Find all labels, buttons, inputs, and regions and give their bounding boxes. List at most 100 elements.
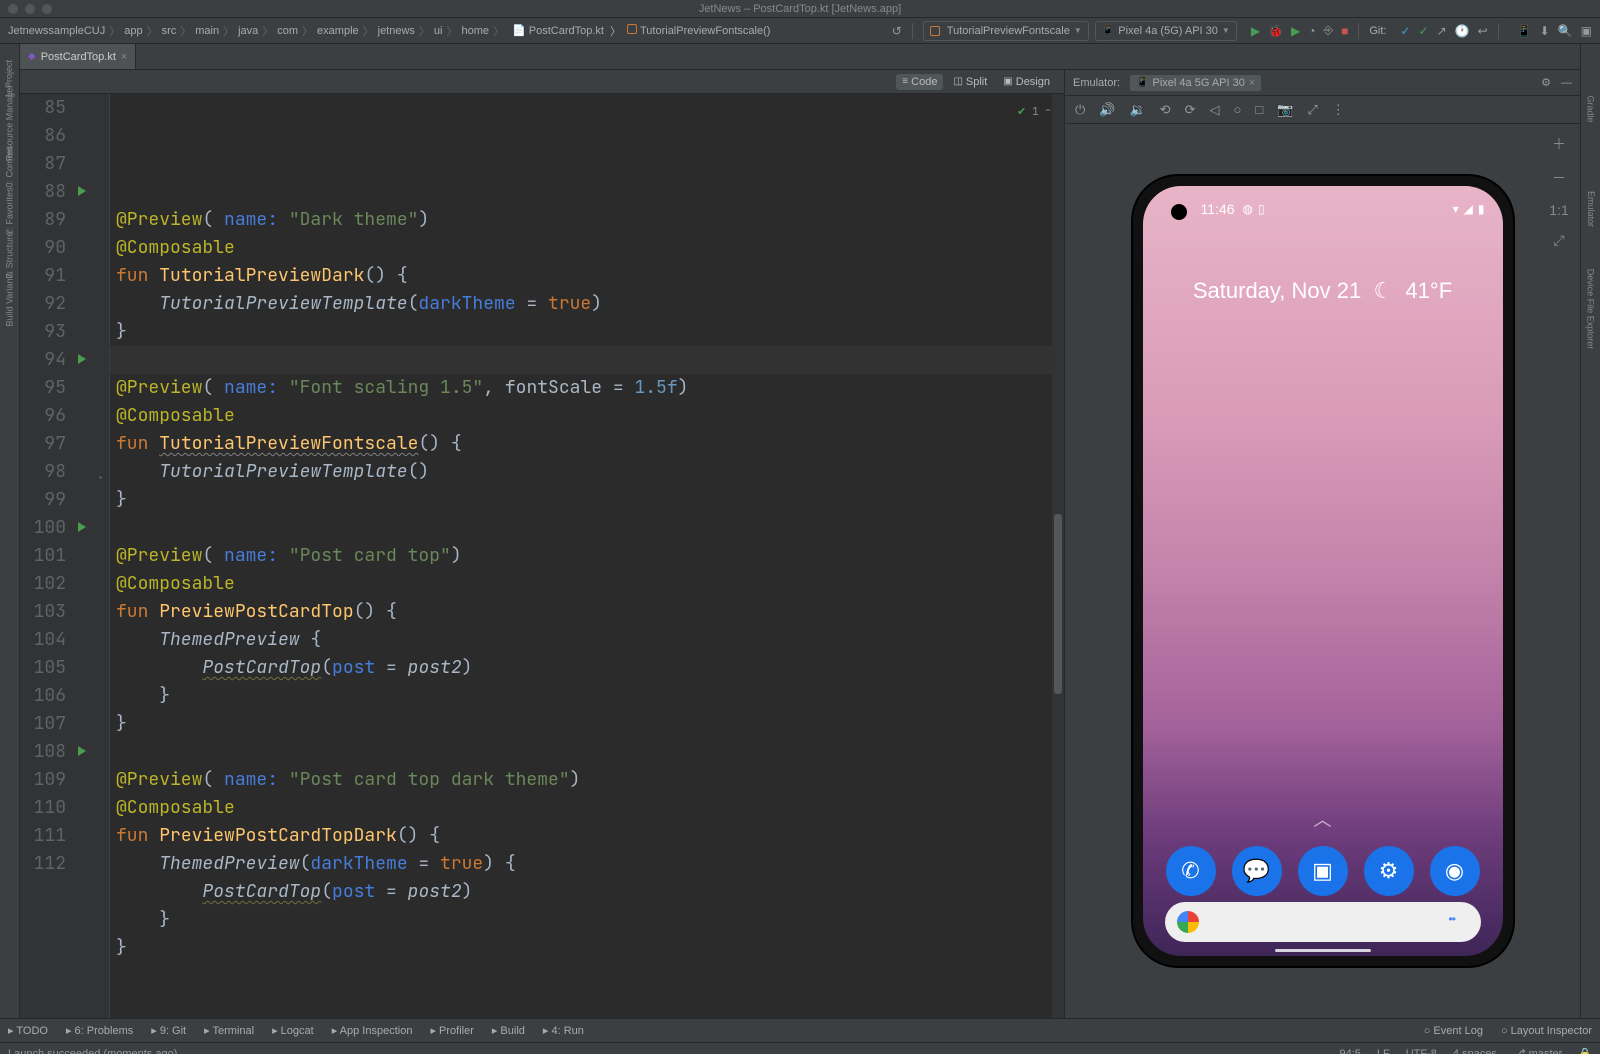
code-editor[interactable]: 8586878889909192939495969798991001011021… xyxy=(20,94,1064,1018)
emulator-device-tab[interactable]: 📱 Pixel 4a 5G API 30 × xyxy=(1130,75,1261,91)
bottom-tab-todo[interactable]: ▸ TODO xyxy=(8,1024,48,1037)
window-controls[interactable] xyxy=(8,4,52,14)
run-config-select[interactable]: TutorialPreviewFontscale ▼ xyxy=(923,21,1089,41)
sync-icon[interactable]: ↺ xyxy=(892,24,902,38)
assistant-icon[interactable] xyxy=(1449,912,1469,932)
zoom-in-icon[interactable]: ＋ xyxy=(1552,134,1566,154)
bottom-tab-build[interactable]: ▸ Build xyxy=(492,1024,525,1037)
code-line[interactable]: } xyxy=(116,486,1064,514)
gesture-bar[interactable] xyxy=(1275,949,1371,952)
max-dot[interactable] xyxy=(42,4,52,14)
code-line[interactable]: ThemedPreview { xyxy=(116,626,1064,654)
min-dot[interactable] xyxy=(25,4,35,14)
git-commit-icon[interactable]: ✓ xyxy=(1419,24,1429,38)
caret-position[interactable]: 94:5 xyxy=(1339,1048,1360,1054)
git-branch[interactable]: ⎇ master xyxy=(1513,1047,1562,1054)
settings-icon[interactable]: ▣ xyxy=(1581,24,1592,38)
tool-tab-gradle[interactable]: Gradle xyxy=(1586,95,1596,122)
run-gutter-icon[interactable] xyxy=(78,746,92,760)
breadcrumb-item[interactable]: com xyxy=(277,25,298,37)
indent[interactable]: 4 spaces xyxy=(1453,1048,1497,1054)
git-rollback-icon[interactable]: ↩ xyxy=(1478,24,1488,38)
home-icon[interactable]: ○ xyxy=(1233,102,1241,117)
tool-tab-device-file-explorer[interactable]: Device File Explorer xyxy=(1586,269,1596,350)
dock-hint-icon[interactable]: ︿ xyxy=(1143,806,1503,832)
tool-tab----commit[interactable]: 0: Commit xyxy=(5,146,15,187)
code-line[interactable] xyxy=(116,514,1064,542)
avd-icon[interactable]: 📱 xyxy=(1517,24,1532,38)
files-app-icon[interactable]: ▣ xyxy=(1298,846,1348,896)
tool-tab----favorites[interactable]: 2: Favorites xyxy=(5,187,15,234)
settings-app-icon[interactable]: ⚙ xyxy=(1364,846,1414,896)
view-code-button[interactable]: ≡Code xyxy=(896,74,943,90)
code-line[interactable]: ThemedPreview(darkTheme = true) { xyxy=(116,850,1064,878)
code-line[interactable]: } xyxy=(116,318,1064,346)
bottom-tab----git[interactable]: ▸ 9: Git xyxy=(151,1024,186,1037)
search-icon[interactable]: 🔍 xyxy=(1558,24,1573,38)
bottom-tab-profiler[interactable]: ▸ Profiler xyxy=(430,1024,473,1037)
breadcrumb-item[interactable]: ui xyxy=(434,25,443,37)
code-line[interactable]: } xyxy=(116,906,1064,934)
zoom-reset-icon[interactable]: ⤢ xyxy=(1553,232,1564,249)
tool-tab-build-variants[interactable]: Build Variants xyxy=(5,272,15,327)
camera-app-icon[interactable]: ◉ xyxy=(1430,846,1480,896)
code-body[interactable]: ✔ 1 ⌃ ⌄ @Preview( name: "Dark theme")@Co… xyxy=(110,94,1064,1018)
close-dot[interactable] xyxy=(8,4,18,14)
breadcrumb-item[interactable]: JetnewssampleCUJ xyxy=(8,25,105,37)
chevron-up-icon[interactable]: ⌃ xyxy=(1045,98,1052,126)
tool-tab-emulator[interactable]: Emulator xyxy=(1586,191,1596,227)
breadcrumb-fn[interactable]: TutorialPreviewFontscale() xyxy=(627,24,770,37)
code-line[interactable]: TutorialPreviewTemplate() xyxy=(116,458,1064,486)
breadcrumb-item[interactable]: app xyxy=(124,25,142,37)
code-line[interactable]: fun PreviewPostCardTop() { xyxy=(116,598,1064,626)
volume-down-icon[interactable]: 🔉 xyxy=(1129,102,1145,118)
code-line[interactable]: } xyxy=(116,710,1064,738)
rotate-left-icon[interactable]: ⟲ xyxy=(1160,102,1171,118)
sdk-icon[interactable]: ⬇ xyxy=(1540,24,1550,38)
code-line[interactable]: } xyxy=(116,682,1064,710)
run-icon[interactable]: ▶ xyxy=(1251,24,1260,38)
code-line[interactable]: @Preview( name: "Post card top dark them… xyxy=(116,766,1064,794)
code-line[interactable]: PostCardTop(post = post2) xyxy=(116,654,1064,682)
code-line[interactable]: @Preview( name: "Dark theme") xyxy=(116,206,1064,234)
device-select[interactable]: 📱 Pixel 4a (5G) API 30 ▼ xyxy=(1095,21,1237,41)
bottom-tab-app-inspection[interactable]: ▸ App Inspection xyxy=(332,1024,413,1037)
google-search-bar[interactable] xyxy=(1165,902,1481,942)
scrollbar-thumb[interactable] xyxy=(1054,514,1062,694)
zoom-icon[interactable]: ⤢ xyxy=(1307,102,1317,118)
file-tab[interactable]: ◆ PostCardTop.kt × xyxy=(20,44,136,69)
close-icon[interactable]: × xyxy=(121,51,127,63)
bottom-tab-logcat[interactable]: ▸ Logcat xyxy=(272,1024,314,1037)
breadcrumb-item[interactable]: home xyxy=(461,25,489,37)
bottom-tab-terminal[interactable]: ▸ Terminal xyxy=(204,1024,254,1037)
breadcrumb-item[interactable]: example xyxy=(317,25,359,37)
coverage-icon[interactable]: ▶ xyxy=(1291,24,1300,38)
gear-icon[interactable]: ⚙ xyxy=(1541,76,1551,89)
stop-icon[interactable]: ■ xyxy=(1341,24,1348,38)
breadcrumb-item[interactable]: src xyxy=(162,25,177,37)
breadcrumb-item[interactable]: java xyxy=(238,25,258,37)
rotate-right-icon[interactable]: ⟳ xyxy=(1185,102,1196,118)
git-update-icon[interactable]: ✓ xyxy=(1400,24,1410,38)
code-line[interactable]: fun TutorialPreviewFontscale() { xyxy=(116,430,1064,458)
encoding[interactable]: UTF-8 xyxy=(1406,1048,1437,1054)
device-screen[interactable]: 11:46 ◍▯ ▾◢▮ Saturday, Nov 21 ☾ 41°F ︿ ✆ xyxy=(1143,186,1503,956)
screenshot-icon[interactable]: 📷 xyxy=(1277,102,1293,118)
code-line[interactable]: @Composable xyxy=(116,794,1064,822)
fold-icon[interactable]: ▸ xyxy=(98,464,104,492)
bottom-tab-event-log[interactable]: ○ Event Log xyxy=(1424,1025,1483,1037)
code-line[interactable]: fun PreviewPostCardTopDark() { xyxy=(116,822,1064,850)
code-line[interactable]: PostCardTop(post = post2) xyxy=(116,878,1064,906)
bottom-tab----run[interactable]: ▸ 4: Run xyxy=(543,1024,584,1037)
back-icon[interactable]: ◁ xyxy=(1209,102,1219,118)
line-ending[interactable]: LF xyxy=(1377,1048,1390,1054)
scrollbar[interactable] xyxy=(1052,94,1064,1018)
breadcrumb-file[interactable]: 📄 PostCardTop.kt xyxy=(512,24,604,37)
debug-icon[interactable]: 🐞 xyxy=(1268,24,1283,38)
profile-icon[interactable]: ◔ xyxy=(1308,24,1315,38)
close-icon[interactable]: × xyxy=(1249,77,1255,89)
code-line[interactable]: fun TutorialPreviewDark() { xyxy=(116,262,1064,290)
code-line[interactable]: @Composable xyxy=(116,570,1064,598)
code-line[interactable]: @Composable xyxy=(116,402,1064,430)
zoom-out-icon[interactable]: － xyxy=(1552,168,1566,188)
